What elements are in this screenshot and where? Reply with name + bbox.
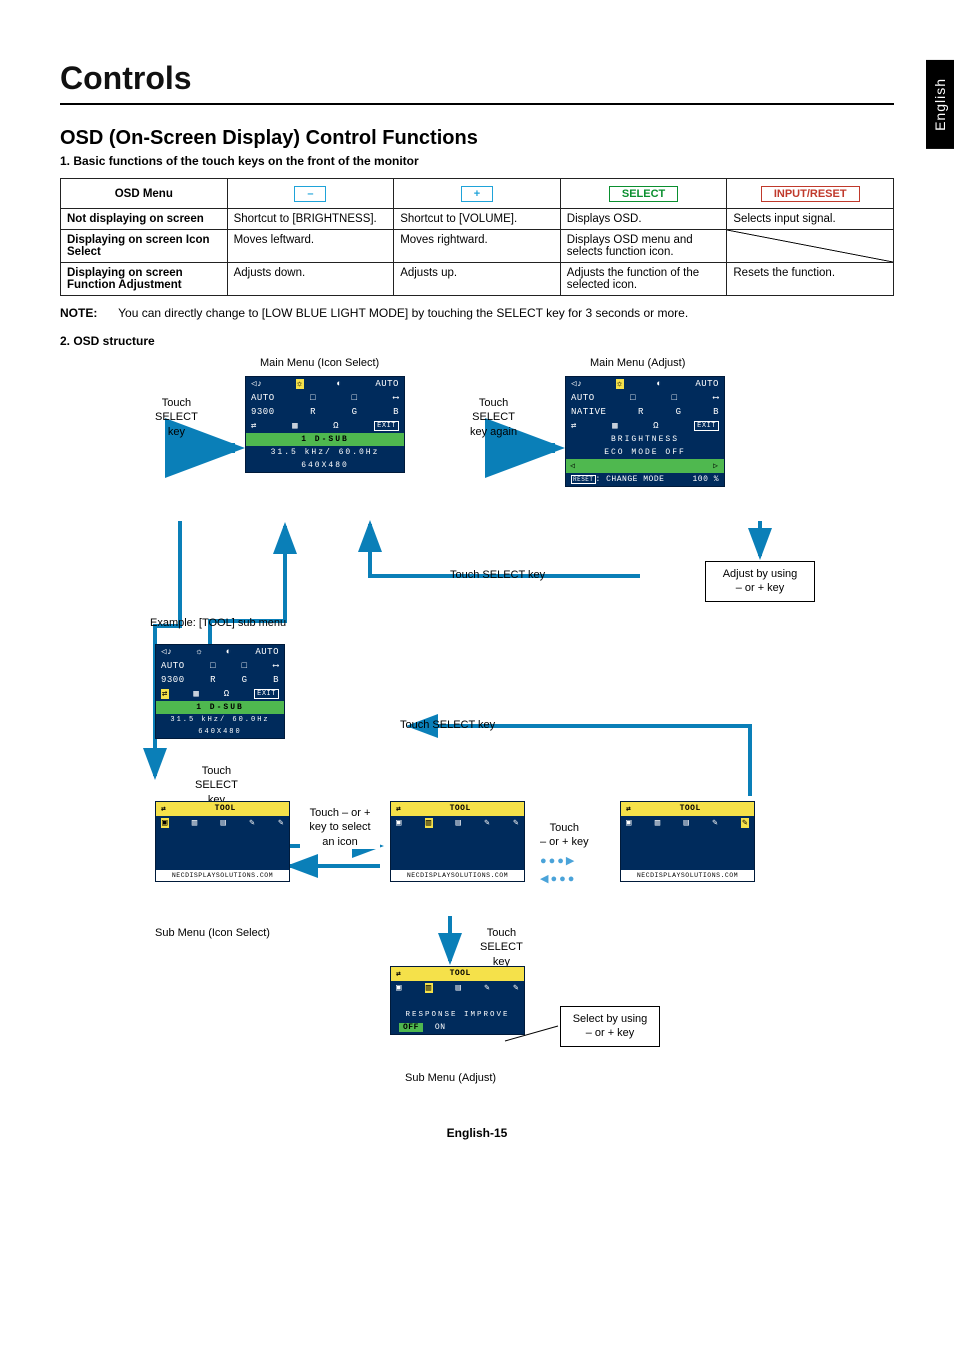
dots-left-icon: ◀●●●	[540, 872, 576, 886]
note-text: You can directly change to [LOW BLUE LIG…	[118, 306, 688, 320]
cell: Shortcut to [BRIGHTNESS].	[227, 209, 394, 230]
title-rule	[60, 103, 894, 105]
osd-main-adjust-panel: ◁♪☼◐AUTO AUTO□□⟷ NATIVERGB ⇄▦ΩEXIT BRIGH…	[565, 376, 725, 487]
label-touch-select-loop: Touch SELECT key	[450, 568, 545, 582]
cell: Resets the function.	[727, 263, 894, 296]
cell: Displays OSD.	[560, 209, 727, 230]
label-touch-select-3: Touch SELECT key	[400, 718, 495, 732]
table-row: Not displaying on screen Shortcut to [BR…	[61, 209, 894, 230]
osd-tool-left: ⇄TOOL ▣▥▤✎✎ NECDISPLAYSOLUTIONS.COM	[155, 801, 290, 882]
note: NOTE: You can directly change to [LOW BL…	[60, 306, 894, 320]
cell: Moves rightward.	[394, 230, 561, 263]
cell-empty	[727, 230, 894, 263]
th-reset: INPUT/RESET	[727, 179, 894, 209]
subheading-1: 1. Basic functions of the touch keys on …	[60, 154, 894, 168]
label-sub-icon: Sub Menu (Icon Select)	[155, 926, 270, 940]
section-heading: OSD (On-Screen Display) Control Function…	[60, 127, 894, 150]
label-touch-select-again: Touch SELECT key again	[470, 396, 517, 439]
cell: Adjusts up.	[394, 263, 561, 296]
th-select: SELECT	[560, 179, 727, 209]
box-select-pm: Select by using – or + key	[560, 1006, 660, 1047]
cell: Adjusts the function of the selected ico…	[560, 263, 727, 296]
note-label: NOTE:	[60, 306, 115, 320]
label-touch-pm: Touch – or + key	[540, 821, 589, 850]
label-sub-adjust: Sub Menu (Adjust)	[405, 1071, 496, 1085]
label-main-icon: Main Menu (Icon Select)	[260, 356, 379, 370]
cell: Moves leftward.	[227, 230, 394, 263]
cell: Selects input signal.	[727, 209, 894, 230]
cell: Displaying on screen Icon Select	[61, 230, 228, 263]
page-content: Controls OSD (On-Screen Display) Control…	[0, 0, 954, 1180]
osd-example-panel: ◁♪☼◐AUTO AUTO□□⟷ 9300RGB ⇄▦ΩEXIT 1 D-SUB…	[155, 644, 285, 739]
th-plus: +	[394, 179, 561, 209]
minus-button-icon: –	[294, 186, 326, 202]
osd-main-icon-panel: ◁♪☼◐AUTO AUTO□□⟷ 9300RGB ⇄▦ΩEXIT 1 D-SUB…	[245, 376, 405, 473]
functions-table: OSD Menu – + SELECT INPUT/RESET Not disp…	[60, 178, 894, 296]
cell: Adjusts down.	[227, 263, 394, 296]
cell: Not displaying on screen	[61, 209, 228, 230]
table-row: Displaying on screen Icon Select Moves l…	[61, 230, 894, 263]
select-button-icon: SELECT	[609, 186, 678, 202]
subheading-2: 2. OSD structure	[60, 334, 894, 348]
osd-tool-right: ⇄TOOL ▣▥▤✎✎ NECDISPLAYSOLUTIONS.COM	[620, 801, 755, 882]
label-touch-pm-select: Touch – or + key to select an icon	[300, 806, 380, 849]
osd-structure-diagram: Main Menu (Icon Select) Main Menu (Adjus…	[60, 356, 894, 1086]
osd-tool-middle: ⇄TOOL ▣▥▤✎✎ NECDISPLAYSOLUTIONS.COM	[390, 801, 525, 882]
cell: Displaying on screen Function Adjustment	[61, 263, 228, 296]
table-row: Displaying on screen Function Adjustment…	[61, 263, 894, 296]
dots-right-icon: ●●●▶	[540, 854, 576, 868]
plus-button-icon: +	[461, 186, 493, 202]
page-title: Controls	[60, 60, 894, 97]
page-number: English-15	[60, 1126, 894, 1140]
osd-response-panel: ⇄TOOL ▣▥▤✎✎ RESPONSE IMPROVE OFFON	[390, 966, 525, 1035]
th-menu: OSD Menu	[61, 179, 228, 209]
cell: Shortcut to [VOLUME].	[394, 209, 561, 230]
label-main-adjust: Main Menu (Adjust)	[590, 356, 685, 370]
label-touch-select-4: Touch SELECT key	[480, 926, 523, 969]
box-adjust-pm: Adjust by using – or + key	[705, 561, 815, 602]
reset-button-icon: INPUT/RESET	[761, 186, 860, 202]
label-example: Example: [TOOL] sub menu	[150, 616, 286, 630]
cell: Displays OSD menu and selects function i…	[560, 230, 727, 263]
th-minus: –	[227, 179, 394, 209]
label-touch-select: Touch SELECT key	[155, 396, 198, 439]
